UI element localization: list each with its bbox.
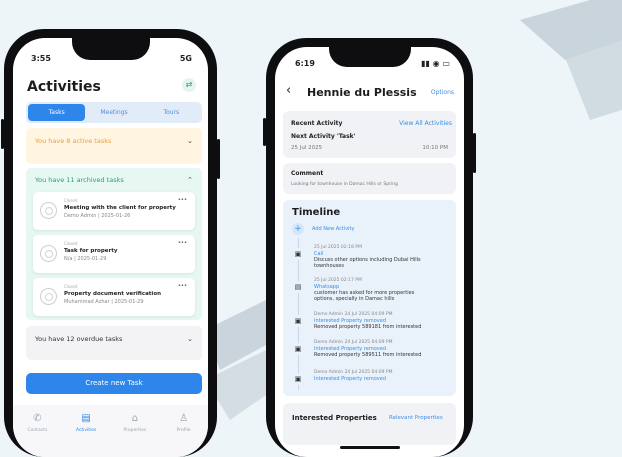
status-icons: ▮▮ ◉ ▭ xyxy=(421,59,450,68)
chevron-down-icon[interactable]: ⌄ xyxy=(187,326,193,352)
relevant-properties-link[interactable]: Relevant Properties xyxy=(389,415,443,421)
more-options-icon[interactable]: ··· xyxy=(178,281,187,290)
nav-label: Activities xyxy=(75,428,97,433)
chevron-up-icon[interactable]: ⌃ xyxy=(187,168,193,192)
task-status: Closed xyxy=(64,284,78,289)
overdue-tasks-panel[interactable]: You have 12 overdue tasks ⌄ xyxy=(26,326,202,360)
create-task-button[interactable]: Create new Task xyxy=(26,373,202,394)
contact-header: ‹ Hennie du Plessis Options xyxy=(275,81,464,107)
nav-label: Contacts xyxy=(27,428,48,433)
entry-description: customer has asked for more properties o… xyxy=(314,290,415,302)
left-phone-frame: 3:55 5G Activities ⇄ Tasks Meetings Tour… xyxy=(1,29,220,457)
document-icon: ▣ xyxy=(292,373,304,385)
archived-tasks-panel: You have 11 archived tasks ⌃ Closed Meet… xyxy=(26,168,202,320)
contact-name: Hennie du Plessis xyxy=(307,86,417,99)
entry-meta: 25 Jul 2025 02:18 PM xyxy=(314,245,362,250)
task-meta: N/a | 2025-01-29 xyxy=(64,256,107,262)
tab-meetings[interactable]: Meetings xyxy=(85,104,142,121)
chevron-down-icon[interactable]: ⌄ xyxy=(187,128,193,154)
phone-icon: ✆ xyxy=(33,413,42,424)
add-new-activity-link[interactable]: Add New Activity xyxy=(312,226,354,232)
right-phone-screen: 6:19 ▮▮ ◉ ▭ ‹ Hennie du Plessis Options … xyxy=(275,47,464,457)
next-activity-label: Next Activity 'Task' xyxy=(291,133,356,140)
nav-profile[interactable]: ♙ Profile xyxy=(159,413,208,457)
left-phone-screen: 3:55 5G Activities ⇄ Tasks Meetings Tour… xyxy=(13,38,208,457)
comment-label: Comment xyxy=(291,170,324,177)
task-status: Closed xyxy=(64,241,78,246)
right-phone-side-button xyxy=(263,118,266,146)
home-indicator xyxy=(339,446,400,449)
filter-icon[interactable]: ⇄ xyxy=(182,78,196,92)
next-activity-date: 25 Jul 2025 xyxy=(291,145,323,151)
nav-properties[interactable]: ⌂ Properties xyxy=(111,413,160,457)
status-time: 6:19 xyxy=(295,59,315,68)
profile-icon: ♙ xyxy=(179,413,189,424)
next-activity-time: 10:10 PM xyxy=(422,145,448,151)
status-network: 5G xyxy=(179,54,192,63)
interested-properties-title: Interested Properties xyxy=(292,414,377,422)
active-tasks-panel[interactable]: You have 8 active tasks ⌄ xyxy=(26,128,202,164)
activities-icon: ▤ xyxy=(81,413,91,424)
nav-label: Profile xyxy=(176,428,191,433)
archived-tasks-label: You have 11 archived tasks xyxy=(35,176,124,184)
task-title: Task for property xyxy=(64,248,118,254)
left-phone-side-button xyxy=(1,119,4,149)
entry-type[interactable]: Interested Property removed xyxy=(314,376,386,382)
task-card[interactable]: Closed Property document verification Mu… xyxy=(33,278,195,316)
task-status-circle-icon[interactable] xyxy=(40,288,57,305)
document-icon: ▣ xyxy=(292,248,304,260)
entry-meta: Demo Admin 24 Jul 2025 04:09 PM xyxy=(314,370,393,375)
task-status-circle-icon[interactable] xyxy=(40,202,57,219)
timeline-line xyxy=(298,238,299,390)
activity-tabs: Tasks Meetings Tours xyxy=(26,102,202,123)
recent-activity-card: Recent Activity View All Activities Next… xyxy=(283,111,456,158)
back-arrow-icon[interactable]: ‹ xyxy=(286,83,291,98)
task-status-circle-icon[interactable] xyxy=(40,245,57,262)
task-title: Property document verification xyxy=(64,291,162,297)
task-title: Meeting with the client for property xyxy=(64,205,176,211)
nav-label: Properties xyxy=(123,428,147,433)
entry-description: Removed property 589511 from interested xyxy=(314,352,422,358)
task-card[interactable]: Closed Task for property N/a | 2025-01-2… xyxy=(33,235,195,273)
status-time: 3:55 xyxy=(31,54,51,63)
entry-meta: Demo Admin 24 Jul 2025 04:09 PM xyxy=(314,340,393,345)
document-icon: ▣ xyxy=(292,315,304,327)
entry-meta: Demo Admin 24 Jul 2025 04:09 PM xyxy=(314,312,393,317)
nav-contacts[interactable]: ✆ Contacts xyxy=(13,413,62,457)
task-card[interactable]: Closed Meeting with the client for prope… xyxy=(33,192,195,230)
left-phone-notch xyxy=(71,38,150,60)
interested-properties-card: Interested Properties Relevant Propertie… xyxy=(283,403,456,445)
active-tasks-label: You have 8 active tasks xyxy=(35,137,112,145)
right-phone-power-button xyxy=(473,133,476,173)
right-phone-frame: 6:19 ▮▮ ◉ ▭ ‹ Hennie du Plessis Options … xyxy=(263,38,476,457)
entry-description: Discuss other options including Dubai Hi… xyxy=(314,257,421,269)
entry-meta: 25 Jul 2025 02:17 PM xyxy=(314,278,362,283)
recent-activity-label: Recent Activity xyxy=(291,120,343,127)
view-all-activities-link[interactable]: View All Activities xyxy=(399,120,452,127)
page-title: Activities xyxy=(27,79,101,95)
message-icon: ▤ xyxy=(292,281,304,293)
tab-tasks[interactable]: Tasks xyxy=(28,104,86,121)
overdue-tasks-label: You have 12 overdue tasks xyxy=(35,335,123,343)
home-icon: ⌂ xyxy=(131,413,139,424)
timeline-section: Timeline + Add New Activity ▣ 25 Jul 202… xyxy=(283,200,456,396)
comment-card: Comment Looking for townhouse in Damac H… xyxy=(283,163,456,194)
right-phone-notch xyxy=(328,47,411,67)
more-options-icon[interactable]: ··· xyxy=(178,238,187,247)
more-options-icon[interactable]: ··· xyxy=(178,195,187,204)
task-meta: Muhammad Azhar | 2025-01-29 xyxy=(64,299,144,305)
tab-tours[interactable]: Tours xyxy=(143,104,200,121)
task-status: Closed xyxy=(64,198,78,203)
bottom-nav: ✆ Contacts ▤ Activities ⌂ Properties ♙ P… xyxy=(13,405,208,457)
comment-text: Looking for townhouse in Damac Hills or … xyxy=(291,182,398,187)
options-link[interactable]: Options xyxy=(431,89,454,96)
document-icon: ▣ xyxy=(292,343,304,355)
task-meta: Demo Admin | 2025-01-26 xyxy=(64,213,131,219)
left-phone-power-button xyxy=(217,139,220,179)
entry-description: Removed property 589181 from interested xyxy=(314,324,422,330)
timeline-title: Timeline xyxy=(292,207,341,218)
add-icon[interactable]: + xyxy=(292,223,304,235)
nav-activities[interactable]: ▤ Activities xyxy=(62,413,111,457)
